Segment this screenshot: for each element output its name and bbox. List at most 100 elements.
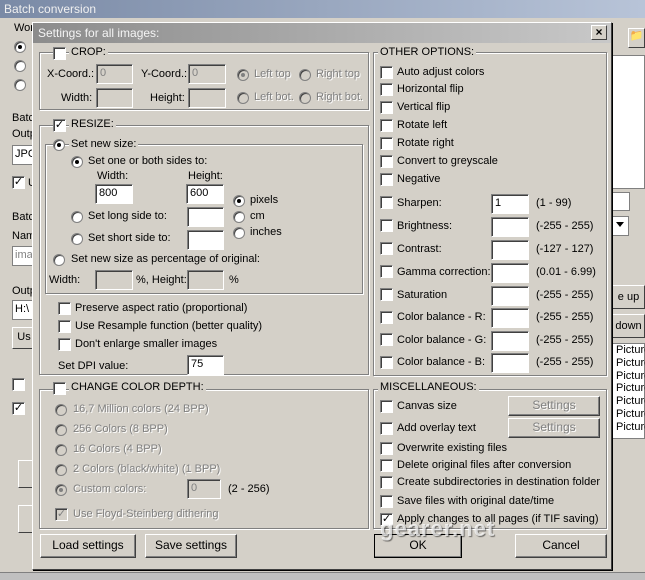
- rotate-left-checkbox[interactable]: [380, 119, 393, 132]
- overlay-text-checkbox[interactable]: [380, 422, 393, 435]
- crop-righttop-radio[interactable]: [299, 69, 311, 81]
- depth-24-radio[interactable]: [55, 404, 67, 416]
- crop-x-input[interactable]: 0: [96, 64, 133, 84]
- gamma-checkbox[interactable]: [380, 265, 393, 278]
- other-options-legend: OTHER OPTIONS:: [378, 46, 477, 58]
- one-or-both-radio[interactable]: [71, 156, 83, 168]
- depth-8-radio[interactable]: [55, 424, 67, 436]
- custom-colors-radio[interactable]: [55, 484, 67, 496]
- dpi-input[interactable]: 75: [187, 355, 224, 375]
- balance-r-input[interactable]: [491, 308, 529, 328]
- delete-originals-checkbox[interactable]: [380, 459, 393, 472]
- list-item[interactable]: Picture: [613, 395, 645, 408]
- bg-checkbox[interactable]: ✓: [12, 176, 25, 189]
- custom-colors-input[interactable]: 0: [187, 479, 221, 499]
- sharpen-input[interactable]: 1: [491, 194, 529, 214]
- balance-g-checkbox[interactable]: [380, 333, 393, 346]
- no-enlarge-checkbox[interactable]: [58, 338, 71, 351]
- depth-1-radio[interactable]: [55, 464, 67, 476]
- crop-width-input[interactable]: [96, 88, 133, 108]
- bg-radio[interactable]: [14, 60, 26, 72]
- brightness-input[interactable]: [491, 217, 529, 237]
- bg-name-field[interactable]: ima: [12, 246, 34, 266]
- close-button[interactable]: ×: [591, 25, 607, 40]
- overlay-settings-button[interactable]: Settings: [508, 418, 600, 438]
- save-date-label: Save files with original date/time: [397, 495, 555, 507]
- crop-checkbox[interactable]: [53, 47, 66, 60]
- crop-lefttop-radio[interactable]: [237, 69, 249, 81]
- hflip-checkbox[interactable]: [380, 83, 393, 96]
- saturation-input[interactable]: [491, 286, 529, 306]
- crop-rightbot-radio[interactable]: [299, 92, 311, 104]
- save-settings-button[interactable]: Save settings: [145, 534, 237, 558]
- bg-radio[interactable]: [14, 41, 26, 53]
- depth-4-radio[interactable]: [55, 444, 67, 456]
- resize-height-label: Height:: [188, 170, 223, 182]
- list-item[interactable]: Picture: [613, 408, 645, 421]
- list-item[interactable]: Picture: [613, 357, 645, 370]
- list-item[interactable]: Picture: [613, 382, 645, 395]
- percentage-radio[interactable]: [53, 254, 65, 266]
- balance-g-input[interactable]: [491, 331, 529, 351]
- pct-width-input[interactable]: [95, 270, 133, 290]
- unit-cm-radio[interactable]: [233, 211, 245, 223]
- folder-icon[interactable]: 📁: [628, 28, 645, 48]
- bg-field[interactable]: [612, 192, 630, 211]
- list-item[interactable]: Picture: [613, 344, 645, 357]
- resize-width-input[interactable]: 800: [95, 184, 133, 204]
- set-new-size-radio[interactable]: [53, 139, 65, 151]
- bg-output-field[interactable]: H:\: [12, 300, 34, 320]
- brightness-checkbox[interactable]: [380, 219, 393, 232]
- resize-checkbox[interactable]: ✓: [53, 119, 66, 132]
- resize-width-label: Width:: [97, 170, 129, 182]
- negative-checkbox[interactable]: [380, 173, 393, 186]
- resample-checkbox[interactable]: [58, 320, 71, 333]
- unit-inches-radio[interactable]: [233, 227, 245, 239]
- rotate-right-checkbox[interactable]: [380, 137, 393, 150]
- list-item[interactable]: Picture: [613, 421, 645, 434]
- short-side-radio[interactable]: [71, 233, 83, 245]
- balance-b-checkbox[interactable]: [380, 356, 393, 369]
- move-down-button[interactable]: down: [612, 314, 645, 338]
- save-date-checkbox[interactable]: [380, 495, 393, 508]
- move-up-button[interactable]: e up: [612, 285, 645, 309]
- crop-y-input[interactable]: 0: [188, 64, 226, 84]
- bg-checkbox[interactable]: ✓: [12, 402, 25, 415]
- canvas-settings-button[interactable]: Settings: [508, 396, 600, 416]
- load-settings-button[interactable]: Load settings: [40, 534, 136, 558]
- long-side-radio[interactable]: [71, 211, 83, 223]
- long-side-input[interactable]: [187, 207, 224, 227]
- subdirs-checkbox[interactable]: [380, 476, 393, 489]
- auto-adjust-checkbox[interactable]: [380, 66, 393, 79]
- file-list[interactable]: Picture Picture Picture Picture Picture …: [612, 343, 645, 439]
- greyscale-checkbox[interactable]: [380, 155, 393, 168]
- overwrite-checkbox[interactable]: [380, 442, 393, 455]
- dither-checkbox[interactable]: ✓: [55, 508, 68, 521]
- color-depth-checkbox[interactable]: [53, 382, 66, 395]
- cancel-button[interactable]: Cancel: [515, 534, 607, 558]
- unit-pixels-radio[interactable]: [233, 195, 245, 207]
- crop-height-input[interactable]: [188, 88, 226, 108]
- saturation-checkbox[interactable]: [380, 288, 393, 301]
- bg-radio[interactable]: [14, 79, 26, 91]
- bg-format-field[interactable]: JPG: [12, 145, 36, 165]
- contrast-input[interactable]: [491, 240, 529, 260]
- balance-b-input[interactable]: [491, 353, 529, 373]
- vflip-checkbox[interactable]: [380, 101, 393, 114]
- sharpen-checkbox[interactable]: [380, 196, 393, 209]
- balance-r-checkbox[interactable]: [380, 311, 393, 324]
- sharpen-range: (1 - 99): [536, 197, 572, 209]
- resize-height-input[interactable]: 600: [186, 184, 224, 204]
- short-side-input[interactable]: [187, 230, 224, 250]
- list-item[interactable]: Picture: [613, 370, 645, 383]
- depth-24-label: 16,7 Million colors (24 BPP): [73, 403, 209, 415]
- contrast-checkbox[interactable]: [380, 242, 393, 255]
- canvas-size-checkbox[interactable]: [380, 400, 393, 413]
- pct-height-input[interactable]: [187, 270, 224, 290]
- crop-leftbot-radio[interactable]: [237, 92, 249, 104]
- bg-checkbox[interactable]: [12, 378, 25, 391]
- pct-suffix: %: [229, 274, 239, 286]
- preserve-aspect-checkbox[interactable]: [58, 302, 71, 315]
- gamma-input[interactable]: [491, 263, 529, 283]
- pct-height-label: %, Height:: [136, 274, 187, 286]
